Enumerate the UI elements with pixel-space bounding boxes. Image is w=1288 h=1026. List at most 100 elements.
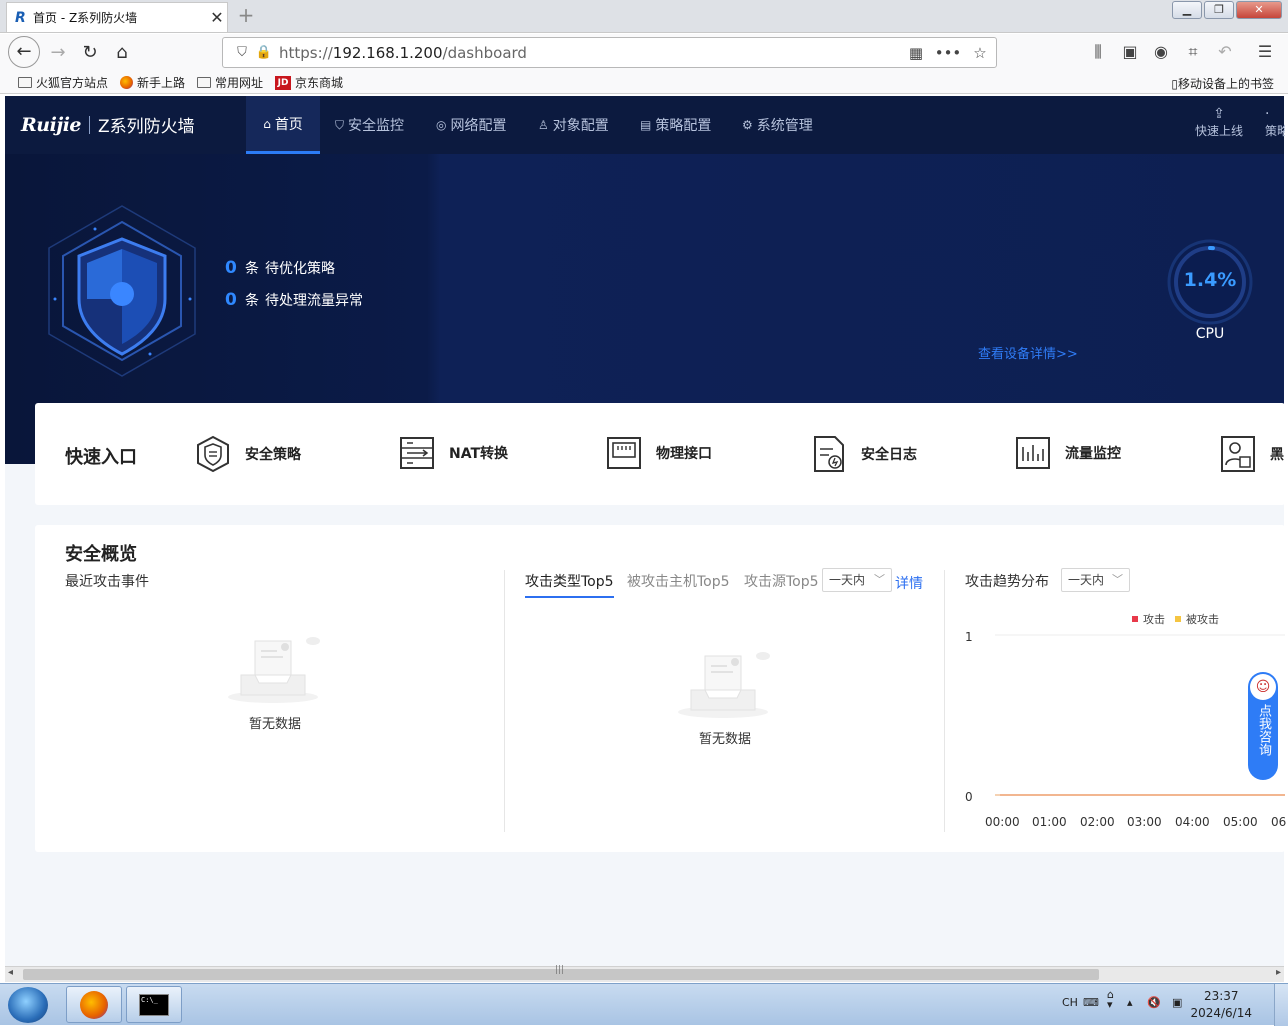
menu-policy-config[interactable]: ▤ 策略配置 xyxy=(640,96,711,154)
keyboard-icon[interactable]: ⌨ xyxy=(1083,996,1099,1009)
chevron-down-icon: ﹀ xyxy=(1112,573,1123,586)
tab-attacked-host-top5[interactable]: 被攻击主机Top5 xyxy=(627,571,730,591)
input-language[interactable]: CH xyxy=(1062,996,1078,1009)
insecure-lock-icon[interactable]: 🔒 xyxy=(253,45,275,60)
consult-button[interactable]: ☺ 点我咨询 xyxy=(1248,672,1278,780)
traffic-chart-icon xyxy=(1016,437,1050,469)
firefox-icon xyxy=(80,991,108,1019)
taskbar-firefox[interactable] xyxy=(66,986,122,1023)
quick-item-label: 安全策略 xyxy=(245,447,301,463)
quick-online-button[interactable]: ⇪ 快速上线 xyxy=(1195,106,1243,139)
tray-expand-icon[interactable]: ▴ xyxy=(1127,996,1133,1009)
log-document-icon xyxy=(814,436,844,472)
details-link[interactable]: 详情 xyxy=(895,573,923,593)
page-actions-icon[interactable]: ••• xyxy=(932,44,964,62)
horizontal-scrollbar[interactable]: ◂ ||| ▸ xyxy=(5,965,1284,982)
close-window-button[interactable]: ✕ xyxy=(1236,1,1282,19)
window-controls: ▁ ❐ ✕ xyxy=(1172,1,1282,19)
sidebar-icon[interactable]: ▣ xyxy=(1117,42,1143,61)
menu-label: 安全监控 xyxy=(348,118,405,134)
nat-icon xyxy=(400,437,434,469)
taskbar-cmd[interactable]: C:\_ xyxy=(126,986,182,1023)
stat-number: 0 xyxy=(225,290,237,310)
quick-traffic-monitor[interactable]: 流量监控 xyxy=(1015,435,1121,471)
policy-tool-icon: · xyxy=(1265,106,1270,122)
start-button[interactable] xyxy=(8,987,48,1023)
globe-icon: ◎ xyxy=(436,118,447,132)
reload-button[interactable]: ↻ xyxy=(74,38,106,68)
y-tick-label: 0 xyxy=(965,790,973,804)
screenshot-icon[interactable]: ⌗ xyxy=(1180,42,1206,62)
browser-tab[interactable]: R 首页 - Z系列防火墙 ✕ xyxy=(6,2,228,32)
menu-label: 对象配置 xyxy=(552,118,609,134)
menu-network-config[interactable]: ◎ 网络配置 xyxy=(436,96,506,154)
home-icon: ⌂ xyxy=(263,116,271,131)
url-path: /dashboard xyxy=(442,43,527,62)
network-icon[interactable]: ▣ xyxy=(1172,996,1182,1009)
pen-icon[interactable]: ⌂ ▾ xyxy=(1107,989,1114,1010)
trend-range-select[interactable]: 一天内 ﹀ xyxy=(1061,568,1130,592)
url-text[interactable]: https://192.168.1.200/dashboard xyxy=(275,44,900,62)
back-button[interactable]: ← xyxy=(8,36,40,68)
forward-button[interactable]: → xyxy=(42,38,74,68)
quick-blacklist[interactable]: 黑 xyxy=(1220,435,1284,473)
menu-hamburger-icon[interactable]: ☰ xyxy=(1252,42,1278,61)
tab-attack-source-top5[interactable]: 攻击源Top5 xyxy=(744,571,819,591)
scroll-right-arrow-icon[interactable]: ▸ xyxy=(1276,967,1281,978)
quick-physical-interface[interactable]: 物理接口 xyxy=(606,435,712,471)
home-button[interactable]: ⌂ xyxy=(106,38,138,68)
stat-unit: 条 xyxy=(245,261,259,277)
x-tick-label: 00:00 xyxy=(985,815,1020,829)
security-overview-panel: 安全概览 最近攻击事件 暂无数据 攻击类型Top5 被攻击主机Top5 攻击源T… xyxy=(35,525,1286,852)
scroll-left-arrow-icon[interactable]: ◂ xyxy=(8,967,13,978)
bookmark-label: 京东商城 xyxy=(295,76,344,90)
tracking-shield-icon[interactable]: ⛉ xyxy=(231,45,253,60)
device-detail-link[interactable]: 查看设备详情>> xyxy=(978,343,1078,362)
tab-attack-type-top5[interactable]: 攻击类型Top5 xyxy=(525,571,614,598)
url-prefix: https:// xyxy=(279,43,333,62)
address-bar[interactable]: ⛉ 🔒 https://192.168.1.200/dashboard ▦ ••… xyxy=(222,37,997,68)
empty-text: 暂无数据 xyxy=(698,732,751,747)
bookmark-star-icon[interactable]: ☆ xyxy=(964,44,996,62)
bookmarks-bar: 火狐官方站点 新手上路 常用网址 JD 京东商城 xyxy=(0,72,1288,94)
menu-object-config[interactable]: ♙ 对象配置 xyxy=(538,96,609,154)
bookmark-item[interactable]: 火狐官方站点 xyxy=(18,74,108,91)
quick-security-log[interactable]: 安全日志 xyxy=(811,435,917,473)
windows-taskbar: C:\_ CH ⌨ ⌂ ▾ ▴ 🔇 ▣ 23:37 2024/6/14 xyxy=(0,983,1288,1026)
undo-close-icon[interactable]: ↶ xyxy=(1212,42,1238,61)
menu-security-monitor[interactable]: ⛉ 安全监控 xyxy=(335,96,404,154)
menu-system-admin[interactable]: ⚙ 系统管理 xyxy=(742,96,813,154)
empty-state-top5: 暂无数据 xyxy=(665,648,785,747)
show-desktop-button[interactable] xyxy=(1274,984,1288,1026)
bookmark-item[interactable]: 常用网址 xyxy=(197,74,263,91)
volume-muted-icon[interactable]: 🔇 xyxy=(1147,996,1161,1009)
browser-tabbar: R 首页 - Z系列防火墙 ✕ + ▁ ❐ ✕ xyxy=(0,0,1288,33)
jd-logo-icon: JD xyxy=(275,75,292,90)
account-icon[interactable]: ◉ xyxy=(1148,42,1174,61)
policy-shield-icon xyxy=(197,435,229,473)
range-select[interactable]: 一天内 ﹀ xyxy=(822,568,892,592)
bookmark-item[interactable]: 新手上路 xyxy=(120,74,185,91)
close-tab-icon[interactable]: ✕ xyxy=(207,8,227,27)
divider xyxy=(944,570,945,832)
bookmark-item[interactable]: JD 京东商城 xyxy=(275,74,343,91)
library-icon[interactable]: ⫼ xyxy=(1085,42,1111,62)
empty-state-recent: 暂无数据 xyxy=(215,633,335,732)
url-host: 192.168.1.200 xyxy=(332,43,443,62)
quick-security-policy[interactable]: 安全策略 xyxy=(195,435,301,473)
clock[interactable]: 23:37 2024/6/14 xyxy=(1190,988,1252,1022)
range-select-value: 一天内 xyxy=(829,573,866,587)
restore-button[interactable]: ❐ xyxy=(1204,1,1234,19)
menu-label: 系统管理 xyxy=(756,118,813,134)
quick-nat[interactable]: NAT转换 xyxy=(399,435,508,471)
quick-item-label: 黑 xyxy=(1270,447,1284,463)
minimize-button[interactable]: ▁ xyxy=(1172,1,1202,19)
mobile-bookmarks[interactable]: ▯移动设备上的书签 xyxy=(1171,75,1274,92)
new-tab-button[interactable]: + xyxy=(234,4,258,28)
ruijie-favicon-icon: R xyxy=(15,9,26,26)
x-tick-label: 03:00 xyxy=(1127,815,1162,829)
gear-icon: ⚙ xyxy=(742,118,753,132)
policy-tool-button[interactable]: · 策略 xyxy=(1265,106,1285,139)
qr-code-icon[interactable]: ▦ xyxy=(900,44,932,62)
menu-home[interactable]: ⌂ 首页 xyxy=(246,96,320,154)
